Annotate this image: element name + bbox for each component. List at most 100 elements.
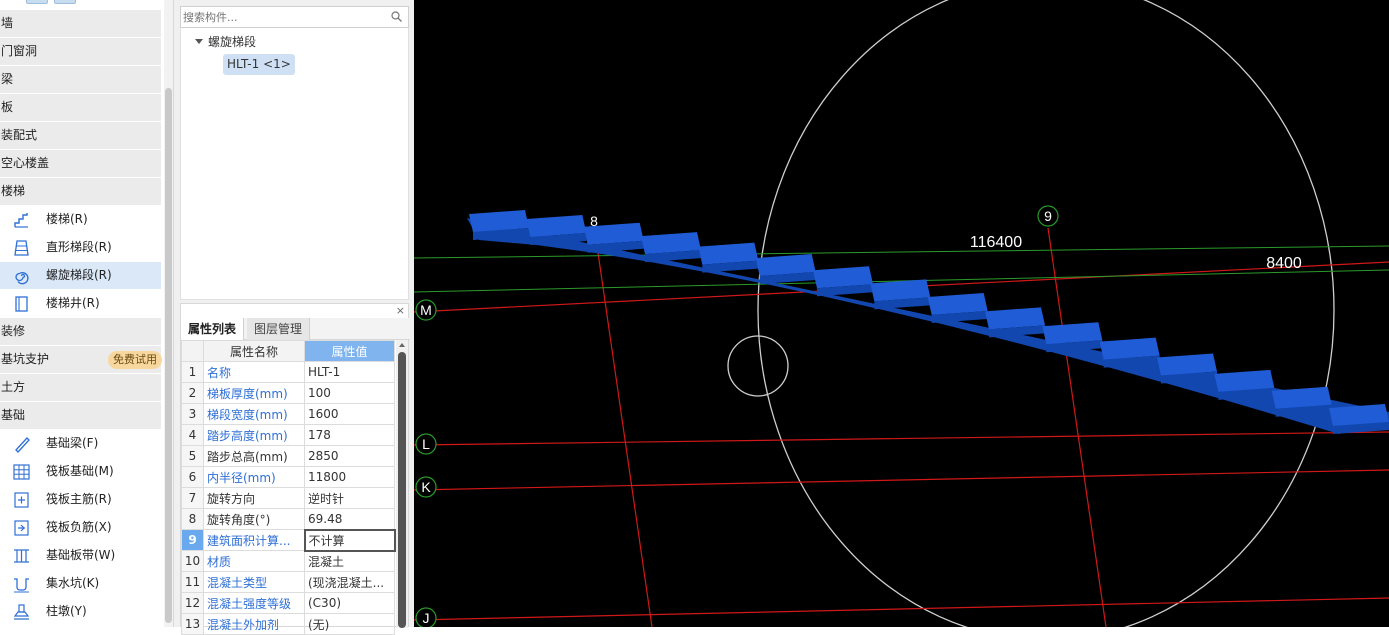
view-cursor-circle <box>727 335 789 397</box>
item-label: 筏板主筋(R) <box>46 492 112 506</box>
property-value[interactable]: (无) <box>304 613 395 635</box>
category-slab[interactable]: 板 <box>0 94 161 121</box>
property-row[interactable]: 10 材质 混凝土 <box>181 550 395 572</box>
property-value[interactable]: HLT-1 <box>304 361 395 383</box>
close-icon[interactable]: × <box>396 304 405 318</box>
tab-property-list[interactable]: 属性列表 <box>181 318 245 341</box>
property-row[interactable]: 13 混凝土外加剂 (无) <box>181 613 395 635</box>
tab-layer-management[interactable]: 图层管理 <box>247 318 311 340</box>
category-stair[interactable]: 楼梯 <box>0 178 161 205</box>
spiral-stair-model[interactable] <box>467 210 1389 434</box>
properties-window: × 属性列表 图层管理 属性名称 属性值 1 名称 HLT-1 2 梯板厚度(mm) 10… <box>180 303 410 635</box>
item-spiral-flight[interactable]: 螺旋梯段(R) <box>0 262 161 289</box>
axis-label-l: L <box>422 436 430 452</box>
category-foundation[interactable]: 基础 <box>0 402 161 429</box>
property-value[interactable]: (C30) <box>304 592 395 614</box>
header-index <box>181 340 204 362</box>
item-foundation-beam[interactable]: 基础梁(F) <box>0 430 161 457</box>
item-column-pier[interactable]: 柱墩(Y) <box>0 598 161 625</box>
property-row[interactable]: 1 名称 HLT-1 <box>181 361 395 383</box>
item-straight-flight[interactable]: 直形梯段(R) <box>0 234 161 261</box>
property-value[interactable]: 混凝土 <box>304 550 395 572</box>
property-value[interactable]: 1600 <box>304 403 395 425</box>
property-row[interactable]: 4 踏步高度(mm) 178 <box>181 424 395 446</box>
property-row[interactable]: 8 旋转角度(°) 69.48 <box>181 508 395 530</box>
property-row[interactable]: 12 混凝土强度等级 (C30) <box>181 592 395 614</box>
property-row[interactable]: 5 踏步总高(mm) 2850 <box>181 445 395 467</box>
3d-viewport[interactable]: M L K J 9 8 116400 8400 <box>414 0 1389 627</box>
axis-line-8 <box>593 224 653 627</box>
category-door-window[interactable]: 门窗洞 <box>0 38 161 65</box>
property-row[interactable]: 6 内半径(mm) 11800 <box>181 466 395 488</box>
component-list-panel: 螺旋梯段 HLT-1 <1> × 属性列表 图层管理 属性名称 属性值 1名称H… <box>174 0 414 635</box>
toolbar-stub-button[interactable] <box>54 0 76 4</box>
property-value[interactable]: 不计算 <box>303 528 396 552</box>
category-decoration[interactable]: 装修 <box>0 318 161 345</box>
row-index: 7 <box>181 487 204 509</box>
property-name: 混凝土外加剂 <box>203 613 305 635</box>
property-value[interactable]: 69.48 <box>304 508 395 530</box>
tree-node-spiral-flight[interactable]: 螺旋梯段 <box>195 32 256 52</box>
axis-line-l <box>414 431 1389 446</box>
property-value[interactable]: 178 <box>304 424 395 446</box>
item-label: 基础梁(F) <box>46 436 99 450</box>
search-input[interactable] <box>183 9 383 25</box>
item-label: 基础板带(W) <box>46 548 116 562</box>
category-beam[interactable]: 梁 <box>0 66 161 93</box>
category-wall[interactable]: 墙 <box>0 10 161 37</box>
item-label: 楼梯井(R) <box>46 296 100 310</box>
property-row[interactable]: 2 梯板厚度(mm) 100 <box>181 382 395 404</box>
property-value[interactable]: 100 <box>304 382 395 404</box>
property-name: 建筑面积计算... <box>203 529 305 551</box>
item-stair[interactable]: 楼梯(R) <box>0 206 161 233</box>
property-value[interactable]: 2850 <box>304 445 395 467</box>
row-index: 8 <box>181 508 204 530</box>
straight-flight-icon <box>14 240 29 256</box>
item-label: 直形梯段(R) <box>46 240 112 254</box>
stair-icon <box>14 213 28 228</box>
property-row[interactable]: 3 梯段宽度(mm) 1600 <box>181 403 395 425</box>
property-name: 名称 <box>203 361 305 383</box>
property-name: 混凝土强度等级 <box>203 592 305 614</box>
category-prefab[interactable]: 装配式 <box>0 122 161 149</box>
property-name: 旋转角度(°) <box>203 508 305 530</box>
category-hollow-floor[interactable]: 空心楼盖 <box>0 150 161 177</box>
left-scrollbar[interactable] <box>164 0 173 627</box>
item-stairwell[interactable]: 楼梯井(R) <box>0 290 161 317</box>
category-earthwork[interactable]: 土方 <box>0 374 161 401</box>
tree-leaf-hlt-1[interactable]: HLT-1 <1> <box>223 54 295 75</box>
toolbar-stub-button[interactable] <box>26 0 48 4</box>
row-index: 11 <box>181 571 204 593</box>
scroll-up-icon[interactable] <box>399 343 405 347</box>
row-index: 4 <box>181 424 204 446</box>
properties-tabs: 属性列表 图层管理 <box>181 318 410 341</box>
expand-arrow-icon[interactable] <box>195 39 203 44</box>
property-name: 梯板厚度(mm) <box>203 382 305 404</box>
property-value[interactable]: 逆时针 <box>304 487 395 509</box>
property-row[interactable]: 11 混凝土类型 (现浇混凝土... <box>181 571 395 593</box>
component-type-panel: 墙 门窗洞 梁 板 装配式 空心楼盖 楼梯 楼梯(R) 直形梯段(R) 螺旋梯段… <box>0 0 174 627</box>
item-raft-main-rebar[interactable]: 筏板主筋(R) <box>0 486 161 513</box>
scroll-thumb[interactable] <box>165 88 172 623</box>
scroll-thumb[interactable] <box>398 352 406 628</box>
trial-badge[interactable]: 免费试用 <box>108 351 162 369</box>
property-value[interactable]: 11800 <box>304 466 395 488</box>
search-icon[interactable] <box>391 11 402 22</box>
dimension-8400: 8400 <box>1266 255 1302 272</box>
axis-label-j: J <box>423 610 430 626</box>
property-row[interactable]: 7 旋转方向 逆时针 <box>181 487 395 509</box>
item-raft-foundation[interactable]: 筏板基础(M) <box>0 458 161 485</box>
spiral-icon <box>15 272 29 285</box>
property-row[interactable]: 9 建筑面积计算... 不计算 <box>181 528 396 552</box>
axis-label-8: 8 <box>590 213 598 229</box>
property-scrollbar[interactable] <box>396 340 408 628</box>
item-raft-neg-rebar[interactable]: 筏板负筋(X) <box>0 514 161 541</box>
category-pit-support[interactable]: 基坑支护 免费试用 <box>0 346 162 373</box>
row-index: 9 <box>181 529 204 551</box>
item-sump-pit[interactable]: 集水坑(K) <box>0 570 161 597</box>
viewport-canvas[interactable]: M L K J 9 8 116400 8400 <box>414 0 1389 627</box>
foundation-strip-icon <box>14 549 29 563</box>
property-value[interactable]: (现浇混凝土... <box>304 571 395 593</box>
tree-node-label: 螺旋梯段 <box>208 35 257 49</box>
item-foundation-strip[interactable]: 基础板带(W) <box>0 542 161 569</box>
